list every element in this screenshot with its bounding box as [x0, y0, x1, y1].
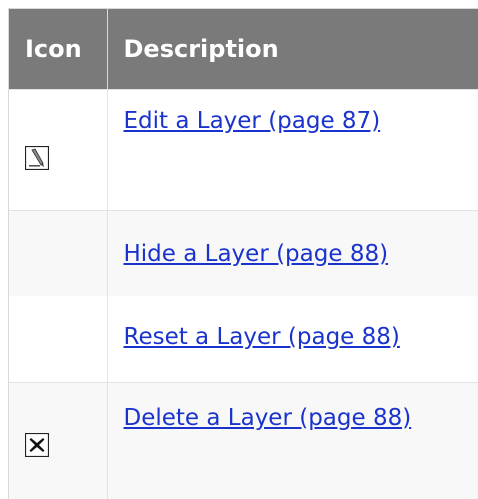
header-description: Description [107, 9, 478, 89]
header-icon: Icon [9, 9, 108, 89]
pencil-edit-icon [25, 145, 49, 170]
table-row: Delete a Layer (page 88) [9, 381, 478, 499]
link-hide-layer[interactable]: Hide a Layer (page 88) [124, 241, 389, 267]
layer-icons-table: Icon Description Edit a Layer (page 87) … [9, 9, 478, 499]
table-row: Hide a Layer (page 88) [9, 209, 478, 296]
description-cell: Reset a Layer (page 88) [107, 296, 478, 382]
link-delete-layer[interactable]: Delete a Layer (page 88) [124, 405, 412, 431]
icon-cell [9, 209, 108, 296]
link-reset-layer[interactable]: Reset a Layer (page 88) [124, 324, 400, 350]
delete-x-icon [25, 432, 49, 457]
description-cell: Hide a Layer (page 88) [107, 209, 478, 296]
table-row: Reset a Layer (page 88) [9, 296, 478, 382]
table-header-row: Icon Description [9, 9, 478, 89]
link-edit-layer[interactable]: Edit a Layer (page 87) [124, 108, 381, 134]
description-cell: Delete a Layer (page 88) [107, 381, 478, 499]
icon-cell [9, 296, 108, 382]
description-cell: Edit a Layer (page 87) [107, 88, 478, 210]
layer-icons-table-frame: Icon Description Edit a Layer (page 87) … [8, 8, 478, 499]
icon-cell [9, 381, 108, 499]
table-row: Edit a Layer (page 87) [9, 88, 478, 210]
icon-cell [9, 88, 108, 210]
